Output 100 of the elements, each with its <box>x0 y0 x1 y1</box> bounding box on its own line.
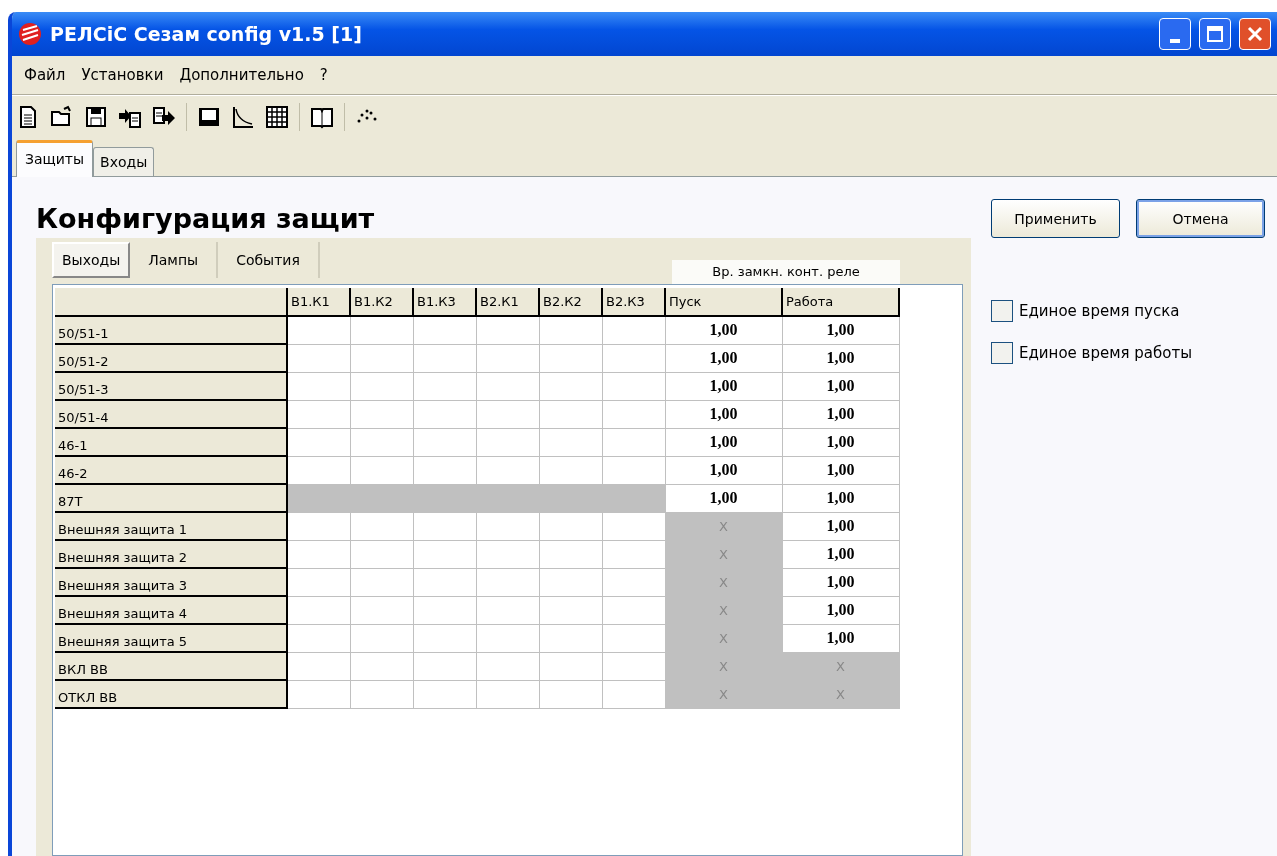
table-cell[interactable] <box>350 456 413 484</box>
table-cell[interactable]: 1,00 <box>782 400 899 428</box>
table-cell[interactable] <box>476 680 539 708</box>
table-cell[interactable] <box>539 372 602 400</box>
save-icon[interactable] <box>84 105 108 129</box>
menu-item[interactable]: ? <box>311 66 336 84</box>
monitor-icon[interactable] <box>197 105 221 129</box>
curve-chart-icon[interactable] <box>231 105 255 129</box>
table-cell[interactable]: 1,00 <box>782 428 899 456</box>
menu-item[interactable]: Файл <box>16 66 74 84</box>
table-cell[interactable] <box>287 568 350 596</box>
table-cell[interactable]: 1,00 <box>665 400 782 428</box>
table-cell[interactable] <box>413 372 476 400</box>
table-cell[interactable] <box>350 344 413 372</box>
checkbox-label[interactable]: Единое время пуска <box>1019 302 1180 320</box>
table-cell[interactable]: 1,00 <box>782 540 899 568</box>
table-cell[interactable] <box>539 596 602 624</box>
table-cell[interactable] <box>287 316 350 344</box>
table-cell[interactable] <box>350 568 413 596</box>
table-cell[interactable] <box>602 456 665 484</box>
table-cell[interactable] <box>287 400 350 428</box>
table-cell[interactable] <box>350 652 413 680</box>
table-cell[interactable]: 1,00 <box>665 428 782 456</box>
table-cell[interactable] <box>287 540 350 568</box>
table-cell[interactable] <box>413 596 476 624</box>
table-cell[interactable] <box>413 680 476 708</box>
checkbox[interactable] <box>991 300 1013 322</box>
close-button[interactable] <box>1239 18 1271 50</box>
table-cell[interactable]: 1,00 <box>782 624 899 652</box>
table-cell[interactable] <box>476 372 539 400</box>
table-cell[interactable] <box>413 400 476 428</box>
table-cell[interactable] <box>476 512 539 540</box>
tab[interactable]: Защиты <box>16 140 94 177</box>
table-cell[interactable] <box>602 540 665 568</box>
table-cell[interactable] <box>350 400 413 428</box>
table-cell[interactable] <box>539 512 602 540</box>
table-cell[interactable]: 1,00 <box>782 456 899 484</box>
table-cell[interactable]: 1,00 <box>782 568 899 596</box>
table-cell[interactable] <box>350 540 413 568</box>
table-cell[interactable] <box>413 624 476 652</box>
table-cell[interactable] <box>287 680 350 708</box>
tab[interactable]: Выходы <box>52 242 131 278</box>
table-cell[interactable] <box>413 316 476 344</box>
table-cell[interactable] <box>350 596 413 624</box>
table-cell[interactable]: 1,00 <box>782 316 899 344</box>
table-cell[interactable] <box>602 652 665 680</box>
table-cell[interactable] <box>539 400 602 428</box>
table-cell[interactable] <box>413 652 476 680</box>
table-cell[interactable] <box>287 372 350 400</box>
table-cell[interactable] <box>539 652 602 680</box>
tab[interactable]: События <box>218 242 320 278</box>
table-cell[interactable] <box>476 316 539 344</box>
minimize-button[interactable] <box>1159 18 1191 50</box>
table-cell[interactable] <box>413 568 476 596</box>
table-cell[interactable] <box>539 316 602 344</box>
table-cell[interactable] <box>602 372 665 400</box>
table-cell[interactable] <box>602 400 665 428</box>
table-cell[interactable]: 1,00 <box>665 372 782 400</box>
table-cell[interactable] <box>602 512 665 540</box>
table-cell[interactable] <box>476 400 539 428</box>
table-cell[interactable] <box>413 540 476 568</box>
table-cell[interactable] <box>476 428 539 456</box>
table-cell[interactable] <box>476 652 539 680</box>
table-cell[interactable]: 1,00 <box>782 372 899 400</box>
tab[interactable]: Входы <box>93 147 155 176</box>
table-cell[interactable] <box>287 652 350 680</box>
grid-icon[interactable] <box>265 105 289 129</box>
table-cell[interactable] <box>287 512 350 540</box>
table-cell[interactable] <box>350 316 413 344</box>
menu-item[interactable]: Установки <box>73 66 172 84</box>
table-cell[interactable]: 1,00 <box>782 344 899 372</box>
table-cell[interactable] <box>476 568 539 596</box>
menu-item[interactable]: Дополнительно <box>171 66 312 84</box>
table-cell[interactable] <box>476 456 539 484</box>
open-folder-icon[interactable] <box>50 105 74 129</box>
table-cell[interactable] <box>413 512 476 540</box>
tab[interactable]: Лампы <box>130 242 219 278</box>
table-cell[interactable]: 1,00 <box>782 484 899 512</box>
dialog-button[interactable]: Отмена <box>1136 199 1265 238</box>
table-cell[interactable] <box>476 540 539 568</box>
table-cell[interactable] <box>350 372 413 400</box>
checkbox-label[interactable]: Единое время работы <box>1019 344 1192 362</box>
table-cell[interactable] <box>287 428 350 456</box>
table-cell[interactable] <box>476 596 539 624</box>
table-cell[interactable]: 1,00 <box>665 484 782 512</box>
table-cell[interactable] <box>350 512 413 540</box>
table-cell[interactable] <box>350 680 413 708</box>
table-cell[interactable] <box>287 596 350 624</box>
table-cell[interactable] <box>602 624 665 652</box>
dialog-button[interactable]: Применить <box>991 199 1120 238</box>
table-cell[interactable] <box>287 624 350 652</box>
table-cell[interactable] <box>413 456 476 484</box>
table-cell[interactable] <box>539 344 602 372</box>
book-icon[interactable] <box>310 105 334 129</box>
table-cell[interactable] <box>287 344 350 372</box>
maximize-button[interactable] <box>1199 18 1231 50</box>
table-cell[interactable]: 1,00 <box>665 316 782 344</box>
table-cell[interactable] <box>539 624 602 652</box>
table-cell[interactable] <box>539 456 602 484</box>
table-cell[interactable] <box>350 624 413 652</box>
